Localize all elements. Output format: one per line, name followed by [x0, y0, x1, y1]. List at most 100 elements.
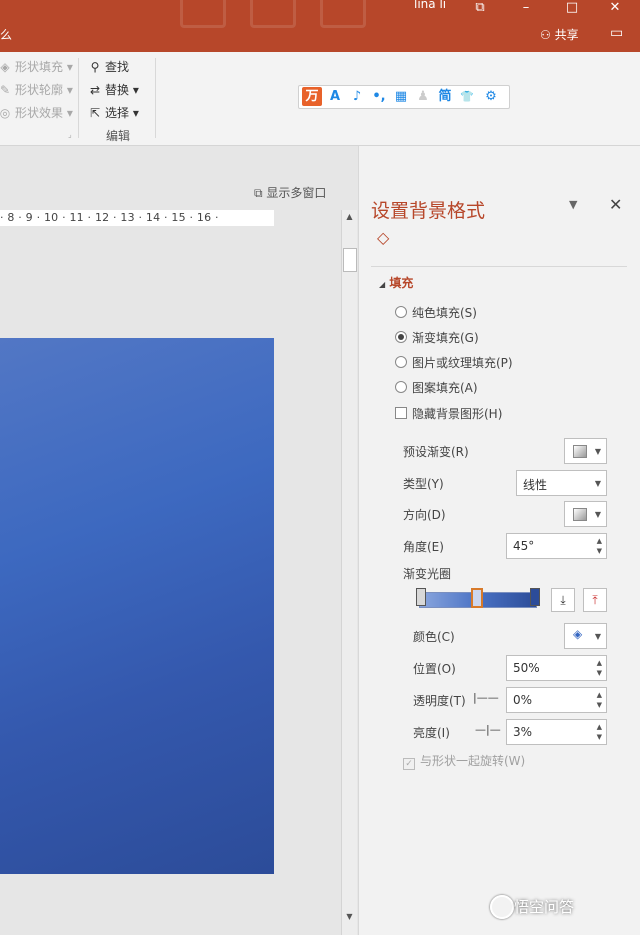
chevron-down-icon: ▼ [594, 479, 601, 488]
simplified-icon[interactable]: 简 [435, 87, 455, 106]
transparency-label: 透明度(T) [413, 694, 466, 708]
checkbox-label: 隐藏背景图形(H) [412, 407, 503, 421]
pane-close-icon[interactable]: ✕ [609, 195, 622, 214]
radio-button[interactable] [395, 356, 407, 368]
fill-section-header[interactable]: ◢ 填充 [379, 274, 413, 291]
person-icon[interactable]: ♟ [413, 87, 433, 106]
type-dropdown[interactable]: 线性 ▼ [516, 470, 607, 496]
title-bar: lina li ⧉ – □ ✕ ⚇ 共享 ▭ 么 [0, 0, 640, 52]
scroll-down-icon[interactable]: ▼ [342, 910, 357, 924]
shape-outline-button[interactable]: ✎ 形状轮廓 ▾ [0, 81, 73, 98]
keyboard-icon[interactable]: ▦ [391, 87, 411, 106]
shape-effects-label: 形状效果 [15, 106, 64, 120]
pane-options-icon[interactable]: ▼ [569, 198, 577, 211]
format-background-pane: 设置背景格式 ▼ ✕ ◇ ◢ 填充 纯色填充(S) 渐变填充(G) 图片或纹理填… [358, 146, 640, 935]
title-decoration [180, 0, 226, 28]
music-icon[interactable]: ♪ [347, 87, 367, 106]
picture-fill-radio[interactable]: 图片或纹理填充(P) [395, 354, 513, 371]
paint-bucket-icon: ◈ [573, 627, 583, 641]
addin-logo-icon[interactable]: 万 [302, 87, 322, 106]
vertical-scrollbar[interactable]: ▲ ▼ [341, 210, 357, 935]
shape-fill-label: 形状填充 [15, 60, 64, 74]
share-button[interactable]: ⚇ 共享 [540, 26, 579, 43]
gradient-stop[interactable] [416, 588, 426, 606]
brightness-spinner[interactable]: 3% ▲ ▼ [506, 719, 607, 745]
spin-down-icon[interactable]: ▼ [597, 701, 602, 709]
spin-down-icon[interactable]: ▼ [597, 547, 602, 555]
find-button[interactable]: ⚲ 查找 [88, 58, 129, 75]
horizontal-ruler[interactable]: · 8 · 9 · 10 · 11 · 12 · 13 · 14 · 15 · … [0, 210, 274, 226]
scroll-thumb[interactable] [343, 248, 357, 272]
gradient-stop-selected[interactable] [471, 588, 483, 608]
comments-icon[interactable]: ▭ [610, 25, 623, 41]
tab-fragment[interactable]: 么 [0, 26, 12, 43]
type-value: 线性 [523, 478, 548, 492]
pane-title: 设置背景格式 [371, 200, 486, 222]
spin-up-icon[interactable]: ▲ [597, 659, 602, 667]
angle-spinner[interactable]: 45° ▲ ▼ [506, 533, 607, 559]
close-window-icon[interactable]: ✕ [605, 0, 625, 15]
pattern-fill-radio[interactable]: 图案填充(A) [395, 379, 478, 396]
spin-down-icon[interactable]: ▼ [597, 669, 602, 677]
scroll-up-icon[interactable]: ▲ [342, 210, 357, 224]
preset-gradient-dropdown[interactable]: ▼ [564, 438, 607, 464]
chevron-down-icon: ▼ [594, 447, 601, 456]
solid-fill-radio[interactable]: 纯色填充(S) [395, 304, 477, 321]
pane-divider [371, 266, 627, 267]
restore-icon[interactable]: □ [562, 0, 582, 15]
add-stop-icon[interactable]: ⤓ [551, 588, 575, 612]
checkbox-label: 与形状一起旋转(W) [420, 754, 526, 768]
watermark-text: 悟空问答 [514, 898, 575, 916]
group-divider [155, 58, 156, 138]
direction-label: 方向(D) [403, 508, 446, 522]
position-spinner[interactable]: 50% ▲ ▼ [506, 655, 607, 681]
radio-button[interactable] [395, 306, 407, 318]
effects-icon: ◎ [0, 106, 11, 120]
search-icon: ⚲ [90, 60, 100, 74]
preset-gradient-label: 预设渐变(R) [403, 445, 469, 459]
dots-icon[interactable]: •, [369, 87, 389, 106]
spin-up-icon[interactable]: ▲ [597, 691, 602, 699]
spin-up-icon[interactable]: ▲ [597, 537, 602, 545]
find-label: 查找 [105, 60, 130, 74]
gradient-swatch [573, 445, 587, 458]
direction-dropdown[interactable]: ▼ [564, 501, 607, 527]
checkbox[interactable] [395, 407, 407, 419]
shape-effects-button[interactable]: ◎ 形状效果 ▾ [0, 104, 73, 121]
gradient-stops-label: 渐变光圈 [403, 567, 452, 581]
replace-button[interactable]: ⇄ 替换 ▾ [88, 81, 139, 98]
ribbon-display-icon[interactable]: ⧉ [470, 0, 490, 15]
angle-label: 角度(E) [403, 540, 444, 554]
multi-window-label: 显示多窗口 [266, 186, 327, 200]
color-label: 颜色(C) [413, 630, 455, 644]
gradient-fill-radio[interactable]: 渐变填充(G) [395, 329, 479, 346]
gradient-stop[interactable] [530, 588, 540, 606]
cursor-icon: ⇱ [89, 106, 101, 120]
radio-button[interactable] [395, 331, 407, 343]
radio-label: 渐变填充(G) [412, 331, 479, 345]
rotate-with-shape-checkbox[interactable]: ✓ 与形状一起旋转(W) [403, 752, 525, 770]
shape-fill-button[interactable]: ◈ 形状填充 ▾ [0, 58, 72, 75]
hide-background-checkbox[interactable]: 隐藏背景图形(H) [395, 405, 502, 422]
shirt-icon[interactable]: 👕 [457, 87, 477, 106]
fill-tab-icon[interactable]: ◇ [377, 228, 389, 247]
title-decoration [250, 0, 296, 28]
spin-down-icon[interactable]: ▼ [597, 733, 602, 741]
brightness-slider[interactable]: —|— [475, 723, 501, 736]
spin-up-icon[interactable]: ▲ [597, 723, 602, 731]
addin-toolbar: 万 A ♪ •, ▦ ♟ 简 👕 ⚙ [298, 85, 510, 109]
select-button[interactable]: ⇱ 选择 ▾ [88, 104, 139, 121]
remove-stop-icon[interactable]: ⤒ [583, 588, 607, 612]
multi-window-button[interactable]: ⧉ 显示多窗口 [254, 184, 326, 201]
minimize-icon[interactable]: – [516, 0, 536, 15]
font-icon[interactable]: A [325, 87, 345, 106]
gear-icon[interactable]: ⚙ [481, 87, 501, 106]
checkbox[interactable]: ✓ [403, 758, 415, 770]
user-name[interactable]: lina li [414, 0, 446, 11]
radio-button[interactable] [395, 381, 407, 393]
transparency-slider[interactable]: |—— [473, 691, 499, 704]
dialog-launcher-icon[interactable]: ⌟ [68, 130, 72, 139]
transparency-spinner[interactable]: 0% ▲ ▼ [506, 687, 607, 713]
color-picker-dropdown[interactable]: ◈ ▼ [564, 623, 607, 649]
slide-canvas[interactable] [0, 338, 274, 874]
